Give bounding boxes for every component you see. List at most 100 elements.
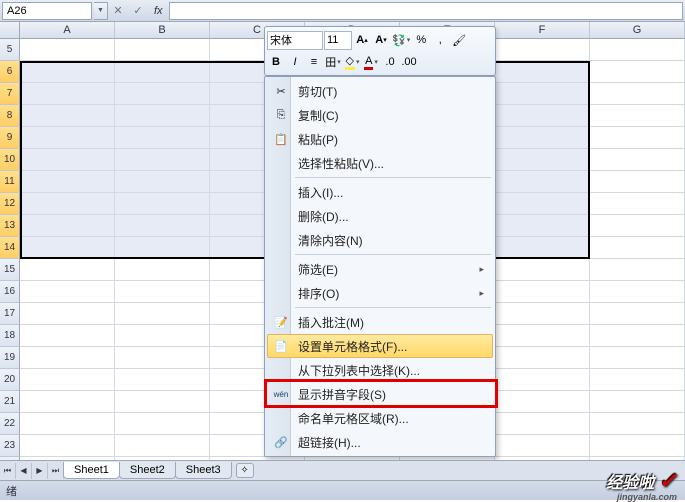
cell[interactable] (20, 39, 115, 61)
cell[interactable] (20, 369, 115, 391)
row-header[interactable]: 14 (0, 237, 20, 259)
select-all-corner[interactable] (0, 22, 20, 39)
column-header[interactable]: B (115, 22, 210, 39)
cell[interactable] (590, 39, 685, 61)
accounting-format-button[interactable]: 💱 (391, 31, 411, 50)
row-header[interactable]: 18 (0, 325, 20, 347)
cell[interactable] (495, 391, 590, 413)
font-size-select[interactable] (324, 31, 352, 50)
cell[interactable] (115, 171, 210, 193)
fill-color-button[interactable]: ◇ (343, 53, 361, 72)
cell[interactable] (20, 105, 115, 127)
cell[interactable] (20, 171, 115, 193)
cell[interactable] (590, 325, 685, 347)
cell[interactable] (590, 61, 685, 83)
menu-pick-from-list[interactable]: 从下拉列表中选择(K)... (267, 358, 493, 382)
cell[interactable] (20, 325, 115, 347)
cell[interactable] (115, 347, 210, 369)
cell[interactable] (20, 61, 115, 83)
cell[interactable] (115, 259, 210, 281)
column-header[interactable]: G (590, 22, 685, 39)
align-center-button[interactable]: ≡ (305, 53, 323, 72)
cell[interactable] (115, 83, 210, 105)
menu-format-cells[interactable]: 📄设置单元格格式(F)... (267, 334, 493, 358)
cell[interactable] (495, 171, 590, 193)
cell[interactable] (115, 237, 210, 259)
cell[interactable] (115, 281, 210, 303)
cell[interactable] (20, 83, 115, 105)
cell[interactable] (495, 259, 590, 281)
tab-nav-last[interactable]: ⏭ (48, 463, 64, 479)
cell[interactable] (495, 435, 590, 457)
font-color-button[interactable]: A (362, 53, 380, 72)
bold-button[interactable]: B (267, 53, 285, 72)
cell[interactable] (115, 369, 210, 391)
cell[interactable] (495, 281, 590, 303)
sheet-tab-2[interactable]: Sheet2 (119, 462, 176, 479)
borders-button[interactable]: 田 (324, 53, 342, 72)
row-header[interactable]: 23 (0, 435, 20, 457)
menu-clear[interactable]: 清除内容(N) (267, 228, 493, 252)
new-sheet-button[interactable]: ✧ (236, 463, 254, 478)
cell[interactable] (20, 303, 115, 325)
italic-button[interactable]: I (286, 53, 304, 72)
cell[interactable] (590, 105, 685, 127)
name-box[interactable]: A26 (2, 2, 92, 20)
menu-filter[interactable]: 筛选(E) (267, 257, 493, 281)
cell[interactable] (590, 281, 685, 303)
decrease-decimal-button[interactable]: .00 (400, 53, 418, 72)
row-header[interactable]: 5 (0, 39, 20, 61)
row-header[interactable]: 20 (0, 369, 20, 391)
cell[interactable] (590, 303, 685, 325)
cell[interactable] (20, 413, 115, 435)
cell[interactable] (590, 215, 685, 237)
row-header[interactable]: 21 (0, 391, 20, 413)
row-header[interactable]: 9 (0, 127, 20, 149)
menu-sort[interactable]: 排序(O) (267, 281, 493, 305)
row-header[interactable]: 7 (0, 83, 20, 105)
cell[interactable] (115, 413, 210, 435)
menu-paste[interactable]: 📋粘贴(P) (267, 127, 493, 151)
font-select[interactable] (267, 31, 323, 50)
cell[interactable] (590, 259, 685, 281)
cell[interactable] (20, 391, 115, 413)
cell[interactable] (495, 325, 590, 347)
sheet-tab-1[interactable]: Sheet1 (63, 462, 120, 479)
row-header[interactable]: 11 (0, 171, 20, 193)
menu-delete[interactable]: 删除(D)... (267, 204, 493, 228)
cell[interactable] (495, 193, 590, 215)
row-header[interactable]: 17 (0, 303, 20, 325)
row-header[interactable]: 12 (0, 193, 20, 215)
cell[interactable] (495, 105, 590, 127)
cell[interactable] (590, 369, 685, 391)
row-header[interactable]: 15 (0, 259, 20, 281)
menu-cut[interactable]: ✂剪切(T) (267, 79, 493, 103)
cell[interactable] (590, 149, 685, 171)
cell[interactable] (495, 413, 590, 435)
row-header[interactable]: 13 (0, 215, 20, 237)
name-box-dropdown[interactable]: ▼ (94, 2, 108, 20)
cell[interactable] (495, 149, 590, 171)
cell[interactable] (20, 237, 115, 259)
cell[interactable] (115, 193, 210, 215)
cell[interactable] (495, 369, 590, 391)
cell[interactable] (495, 83, 590, 105)
cell[interactable] (20, 281, 115, 303)
formula-input[interactable] (169, 2, 683, 20)
fx-label[interactable]: fx (154, 5, 163, 17)
cell[interactable] (590, 413, 685, 435)
menu-insert[interactable]: 插入(I)... (267, 180, 493, 204)
percent-button[interactable]: % (412, 31, 430, 50)
row-header[interactable]: 6 (0, 61, 20, 83)
cell[interactable] (115, 391, 210, 413)
cell[interactable] (495, 127, 590, 149)
format-painter-button[interactable]: 🖌 (450, 31, 468, 50)
cell[interactable] (20, 215, 115, 237)
cell[interactable] (20, 149, 115, 171)
cell[interactable] (590, 127, 685, 149)
cell[interactable] (20, 347, 115, 369)
menu-hyperlink[interactable]: 🔗超链接(H)... (267, 430, 493, 454)
column-header[interactable]: A (20, 22, 115, 39)
cell[interactable] (115, 39, 210, 61)
cell[interactable] (20, 127, 115, 149)
